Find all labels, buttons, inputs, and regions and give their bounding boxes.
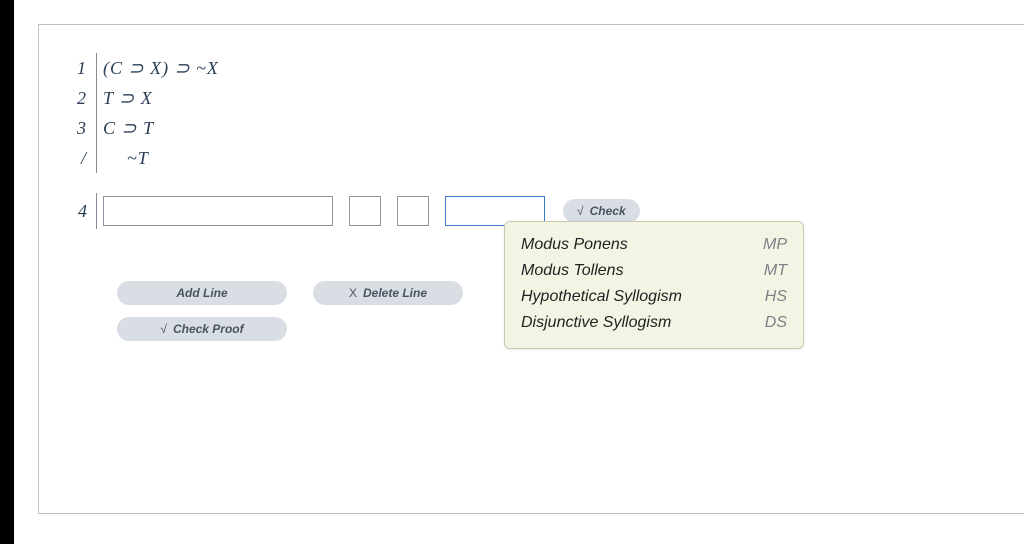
- formula-input[interactable]: [103, 196, 333, 226]
- check-proof-button[interactable]: √ Check Proof: [117, 317, 287, 341]
- conclusion-formula: ~T: [103, 148, 149, 169]
- rule-option[interactable]: Hypothetical Syllogism HS: [521, 284, 787, 310]
- check-line-button[interactable]: √ Check: [563, 199, 640, 223]
- rule-abbr: DS: [765, 314, 787, 332]
- rule-option[interactable]: Disjunctive Syllogism DS: [521, 310, 787, 336]
- button-label: Delete Line: [363, 286, 427, 300]
- delete-line-button[interactable]: X Delete Line: [313, 281, 463, 305]
- rule-name: Modus Ponens: [521, 236, 628, 254]
- rule-option[interactable]: Modus Ponens MP: [521, 232, 787, 258]
- rule-abbr: HS: [765, 288, 787, 306]
- premise-row: 1 (C ⊃ X) ⊃ ~X: [69, 53, 994, 83]
- left-rail: [0, 0, 14, 544]
- premise-row: 3 C ⊃ T: [69, 113, 994, 143]
- divider: [96, 143, 97, 173]
- premise-formula: T ⊃ X: [103, 88, 153, 109]
- button-label: Check: [590, 204, 626, 218]
- line-number: 2: [69, 88, 93, 109]
- premise-row: 2 T ⊃ X: [69, 83, 994, 113]
- button-label: Check Proof: [173, 322, 244, 336]
- justification-line-2-input[interactable]: [397, 196, 429, 226]
- rule-option[interactable]: Modus Tollens MT: [521, 258, 787, 284]
- app-root: 1 (C ⊃ X) ⊃ ~X 2 T ⊃ X 3 C ⊃ T / ~T 4: [0, 0, 1024, 544]
- rule-abbr: MP: [763, 236, 787, 254]
- line-number: 4: [69, 201, 93, 222]
- divider: [96, 193, 97, 229]
- premise-formula: C ⊃ T: [103, 118, 154, 139]
- proof-panel: 1 (C ⊃ X) ⊃ ~X 2 T ⊃ X 3 C ⊃ T / ~T 4: [38, 24, 1024, 514]
- rule-name: Disjunctive Syllogism: [521, 314, 671, 332]
- conclusion-row: / ~T: [69, 143, 994, 173]
- premise-formula: (C ⊃ X) ⊃ ~X: [103, 58, 219, 79]
- divider: [96, 83, 97, 113]
- line-number: 3: [69, 118, 93, 139]
- justification-line-1-input[interactable]: [349, 196, 381, 226]
- divider: [96, 113, 97, 143]
- line-number: 1: [69, 58, 93, 79]
- rule-name: Modus Tollens: [521, 262, 624, 280]
- close-icon: X: [349, 286, 357, 300]
- rule-abbr: MT: [764, 262, 787, 280]
- check-icon: √: [160, 322, 167, 336]
- divider: [96, 53, 97, 83]
- check-icon: √: [577, 204, 584, 218]
- conclusion-marker: /: [69, 148, 93, 169]
- button-label: Add Line: [176, 286, 227, 300]
- rule-dropdown: Modus Ponens MP Modus Tollens MT Hypothe…: [504, 221, 804, 349]
- add-line-button[interactable]: Add Line: [117, 281, 287, 305]
- rule-name: Hypothetical Syllogism: [521, 288, 682, 306]
